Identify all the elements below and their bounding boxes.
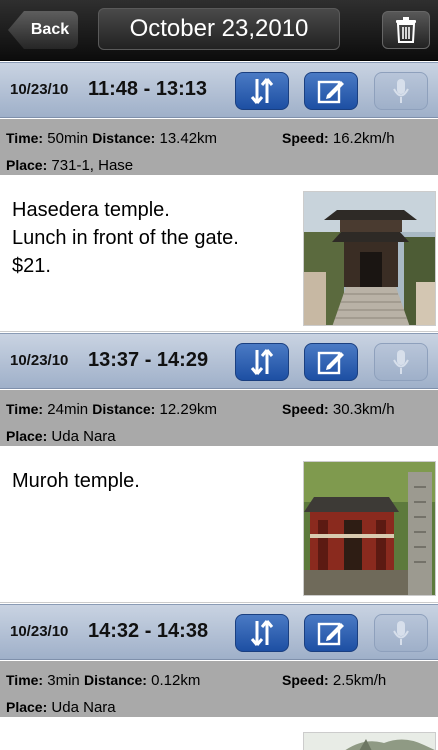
record-button[interactable]	[374, 614, 428, 652]
time-value: 3min	[47, 672, 80, 689]
entry-time-range: 11:48 - 13:13	[88, 78, 207, 100]
edit-icon	[317, 80, 344, 104]
microphone-icon	[393, 350, 409, 374]
entry-time-range: 14:32 - 14:38	[88, 620, 209, 642]
back-button[interactable]: Back	[8, 11, 78, 49]
place-label: Place:	[6, 699, 48, 715]
entry-date: 10/23/10	[10, 352, 69, 369]
speed-label: Speed:	[282, 672, 329, 688]
distance-value: 0.12km	[151, 672, 201, 689]
stats-line: Time: 3min Distance: 0.12km	[6, 670, 200, 690]
entry-photo[interactable]	[303, 461, 436, 596]
entry-header: 10/23/10 11:48 - 13:13	[0, 62, 438, 118]
entry-header: 10/23/10 13:37 - 14:29	[0, 333, 438, 389]
entry-body[interactable]: Hasedera temple. Lunch in front of the g…	[0, 182, 438, 332]
speed-value: 2.5km/h	[332, 672, 387, 689]
place-label: Place:	[6, 428, 48, 444]
temple-photo	[304, 462, 435, 595]
entry-time-range: 13:37 - 14:29	[88, 349, 209, 371]
place-value: Uda Nara	[51, 428, 116, 445]
speed-label: Speed:	[282, 401, 329, 417]
time-label: Time:	[6, 130, 44, 146]
tree-photo	[304, 733, 435, 750]
distance-value: 12.29km	[159, 401, 218, 418]
entry-photo[interactable]	[303, 191, 436, 326]
trash-icon	[396, 17, 416, 43]
entry-body[interactable]	[0, 724, 438, 750]
microphone-icon	[393, 621, 409, 645]
place-line: Place: Uda Nara	[6, 697, 116, 717]
entry-photo[interactable]	[303, 732, 436, 750]
speed-value: 30.3km/h	[332, 401, 395, 418]
speed-value: 16.2km/h	[332, 130, 395, 147]
page-title: October 23,2010	[98, 8, 340, 50]
distance-label: Distance:	[83, 672, 147, 688]
back-button-label: Back	[30, 21, 70, 38]
record-button[interactable]	[374, 72, 428, 110]
place-label: Place:	[6, 157, 48, 173]
sort-arrows-icon	[250, 620, 274, 646]
entry-note: Muroh temple.	[12, 470, 140, 492]
entry-note: Hasedera temple. Lunch in front of the g…	[12, 199, 239, 277]
time-label: Time:	[6, 401, 44, 417]
distance-value: 13.42km	[159, 130, 218, 147]
edit-icon	[317, 622, 344, 646]
speed-line: Speed: 16.2km/h	[282, 128, 395, 148]
speed-line: Speed: 2.5km/h	[282, 670, 386, 690]
place-value: 731-1, Hase	[51, 157, 134, 174]
entry-date: 10/23/10	[10, 81, 69, 98]
time-value: 50min	[47, 130, 89, 147]
sort-arrows-icon	[250, 78, 274, 104]
navigation-bar: Back October 23,2010	[0, 0, 438, 61]
edit-button[interactable]	[304, 614, 358, 652]
entry-header: 10/23/10 14:32 - 14:38	[0, 604, 438, 660]
entry-info: Time: 50min Distance: 13.42km Speed: 16.…	[0, 119, 438, 175]
entry-info: Time: 24min Distance: 12.29km Speed: 30.…	[0, 390, 438, 446]
edit-button[interactable]	[304, 343, 358, 381]
delete-button[interactable]	[382, 11, 430, 49]
entry-info: Time: 3min Distance: 0.12km Speed: 2.5km…	[0, 661, 438, 717]
distance-label: Distance:	[92, 130, 156, 146]
entry-body[interactable]: Muroh temple.	[0, 453, 438, 603]
record-button[interactable]	[374, 343, 428, 381]
edit-button[interactable]	[304, 72, 358, 110]
temple-gate-photo	[304, 192, 435, 325]
edit-icon	[317, 351, 344, 375]
reorder-button[interactable]	[235, 343, 289, 381]
speed-line: Speed: 30.3km/h	[282, 399, 395, 419]
stats-line: Time: 24min Distance: 12.29km	[6, 399, 217, 419]
place-value: Uda Nara	[51, 699, 116, 716]
sort-arrows-icon	[250, 349, 274, 375]
place-line: Place: 731-1, Hase	[6, 155, 133, 175]
place-line: Place: Uda Nara	[6, 426, 116, 446]
speed-label: Speed:	[282, 130, 329, 146]
reorder-button[interactable]	[235, 614, 289, 652]
entry-date: 10/23/10	[10, 623, 69, 640]
time-value: 24min	[47, 401, 89, 418]
microphone-icon	[393, 79, 409, 103]
distance-label: Distance:	[92, 401, 156, 417]
reorder-button[interactable]	[235, 72, 289, 110]
stats-line: Time: 50min Distance: 13.42km	[6, 128, 217, 148]
time-label: Time:	[6, 672, 44, 688]
